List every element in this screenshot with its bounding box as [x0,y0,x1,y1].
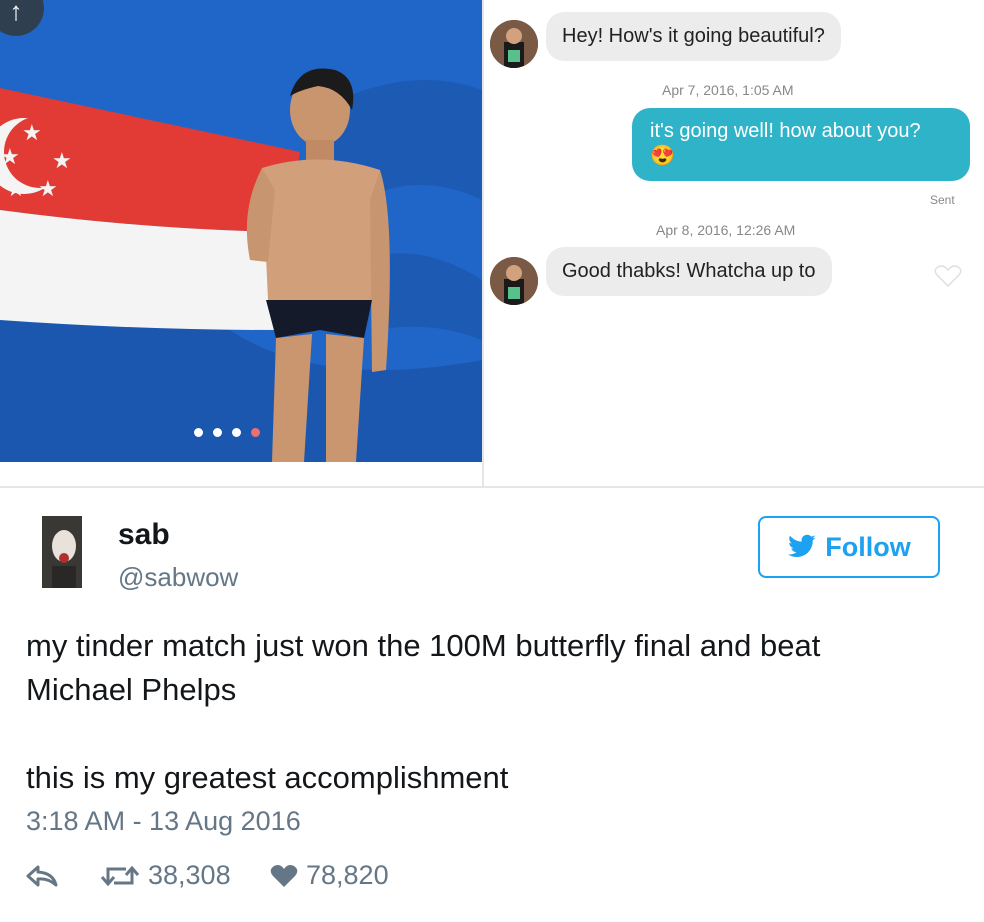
svg-text:★: ★ [52,149,72,174]
tinder-screenshot: ★ ★ ★ ★ ★ ↑ Hey! How's it going beautifu… [0,0,984,488]
svg-text:★: ★ [0,145,20,170]
tweet-timestamp[interactable]: 3:18 AM - 13 Aug 2016 [26,806,301,837]
photo-pagination [194,428,260,437]
svg-text:★: ★ [22,121,42,146]
swimmer-photo-illustration: ★★ ★★★ [0,0,482,462]
tweet-card: sab @sabwow Follow my tinder match just … [0,488,984,922]
follow-label: Follow [825,531,911,562]
tweet-text: my tinder match just won the 100M butter… [26,624,926,800]
retweet-button[interactable]: 38,308 [100,860,270,891]
display-name[interactable]: sab [118,518,170,552]
like-count: 78,820 [306,860,389,890]
heart-outline-icon[interactable] [934,264,962,288]
pagination-dot[interactable] [232,428,241,437]
message-text: Hey! How's it going beautiful? [562,25,825,47]
match-avatar[interactable] [490,20,538,68]
match-avatar[interactable] [490,257,538,305]
retweet-icon [100,865,140,886]
reply-button[interactable] [26,865,100,887]
sent-message[interactable]: it's going well! how about you? 😍 [632,108,970,181]
heart-icon [270,864,298,887]
follow-button[interactable]: Follow [758,516,940,578]
received-message[interactable]: Hey! How's it going beautiful? [546,12,841,61]
received-message[interactable]: Good thabks! Whatcha up to [546,247,832,296]
avatar-image [42,516,82,588]
message-text: Good thabks! Whatcha up to [562,260,816,282]
reply-icon [26,865,58,886]
retweet-count: 38,308 [148,860,231,890]
pagination-dot[interactable] [213,428,222,437]
like-button[interactable]: 78,820 [270,860,389,891]
pagination-dot-active[interactable] [251,428,260,437]
avatar[interactable] [42,516,82,588]
svg-text:★: ★ [38,177,58,202]
heart-eyes-emoji: 😍 [650,145,675,167]
message-timestamp: Apr 8, 2016, 12:26 AM [656,222,796,238]
pagination-dot[interactable] [194,428,203,437]
message-timestamp: Apr 7, 2016, 1:05 AM [662,82,794,98]
svg-text:★: ★ [6,177,26,202]
match-avatar-image [490,20,538,68]
tweet-text-line: my tinder match just won the 100M butter… [26,628,821,707]
tweet-text-line: this is my greatest accomplishment [26,760,509,795]
match-avatar-image [490,257,538,305]
user-handle[interactable]: @sabwow [118,562,238,593]
twitter-bird-icon [788,534,816,557]
match-photo[interactable]: ★ ★ ★ ★ ★ ↑ [0,0,482,462]
chat-thread: Hey! How's it going beautiful? Apr 7, 20… [484,0,984,486]
message-text: it's going well! how about you? [650,120,921,142]
tweet-actions: 38,308 78,820 [26,860,389,891]
sent-status: Sent [930,193,955,207]
